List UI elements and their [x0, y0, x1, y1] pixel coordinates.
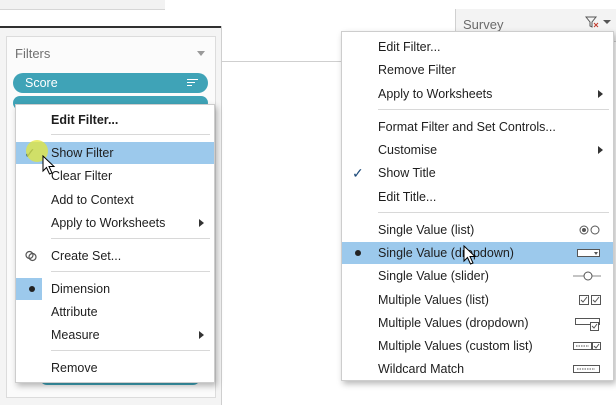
menu-item-label: Single Value (dropdown) [378, 246, 514, 260]
menu-item-show-title[interactable]: ✓ Show Title [342, 162, 613, 184]
sort-icon [187, 79, 198, 88]
mouse-cursor-icon [463, 245, 477, 265]
menu-item-apply-to-worksheets[interactable]: Apply to Worksheets [16, 212, 214, 234]
menu-separator [378, 109, 609, 110]
menu-item-measure[interactable]: Measure [16, 324, 214, 346]
menu-item-label: Single Value (slider) [378, 269, 489, 283]
menu-item-attribute[interactable]: Attribute [16, 301, 214, 323]
submenu-arrow-icon [199, 331, 204, 339]
multi-dropdown-icon [575, 318, 600, 331]
menu-item-label: Multiple Values (list) [378, 293, 489, 307]
checkbox-list-icon [579, 295, 601, 305]
custom-list-icon [573, 342, 601, 350]
menu-item-label: Show Filter [51, 146, 114, 160]
filters-dropdown-icon[interactable] [197, 51, 205, 56]
menu-separator [51, 238, 210, 239]
menu-item-edit-filter[interactable]: Edit Filter... [342, 36, 613, 58]
menu-separator [378, 212, 609, 213]
menu-item-apply-to-worksheets[interactable]: Apply to Worksheets [342, 83, 613, 105]
divider [221, 61, 341, 62]
menu-item-dimension[interactable]: Dimension [16, 278, 214, 300]
top-strip [0, 0, 165, 10]
menu-item-label: Edit Title... [378, 190, 437, 204]
filter-card-menu: Edit Filter... Remove Filter Apply to Wo… [341, 31, 614, 381]
radio-list-icon [579, 225, 600, 235]
filter-card-title: Survey [463, 17, 504, 32]
menu-item-label: Apply to Worksheets [51, 216, 166, 230]
filter-pill-label: Score [25, 76, 58, 90]
menu-item-label: Dimension [51, 282, 111, 296]
menu-item-label: Wildcard Match [378, 362, 465, 376]
filter-pill-score[interactable]: Score [13, 73, 208, 93]
menu-item-single-value-slider[interactable]: Single Value (slider) [342, 265, 613, 287]
menu-item-customise[interactable]: Customise [342, 139, 613, 161]
menu-separator [51, 271, 210, 272]
menu-item-edit-filter[interactable]: Edit Filter... [16, 109, 214, 131]
menu-item-edit-title[interactable]: Edit Title... [342, 186, 613, 208]
radio-dot-icon [355, 250, 361, 256]
menu-item-label: Remove [51, 361, 98, 375]
menu-item-label: Clear Filter [51, 169, 113, 183]
menu-item-add-to-context[interactable]: Add to Context [16, 189, 214, 211]
menu-item-label: Remove Filter [378, 63, 456, 77]
mouse-cursor-icon [42, 155, 56, 175]
submenu-arrow-icon [598, 146, 603, 154]
menu-item-single-value-dropdown[interactable]: Single Value (dropdown) [342, 242, 613, 264]
menu-item-label: Apply to Worksheets [378, 87, 493, 101]
submenu-arrow-icon [199, 219, 204, 227]
menu-item-remove[interactable]: Remove [16, 357, 214, 379]
menu-separator [51, 350, 210, 351]
menu-item-label: Create Set... [51, 249, 122, 263]
filters-shelf-title: Filters [15, 46, 51, 61]
menu-item-label: Multiple Values (custom list) [378, 339, 533, 353]
menu-item-label: Add to Context [51, 193, 134, 207]
filter-card-menu-icon[interactable] [584, 16, 613, 31]
menu-item-create-set[interactable]: Create Set... [16, 245, 214, 267]
menu-item-single-value-list[interactable]: Single Value (list) [342, 219, 613, 241]
slider-icon [573, 271, 601, 281]
menu-item-label: Edit Filter... [378, 40, 441, 54]
radio-dot-icon [29, 286, 35, 292]
checkmark-icon: ✓ [352, 165, 364, 181]
menu-item-label: Attribute [51, 305, 98, 319]
dropdown-icon [577, 249, 600, 257]
wildcard-icon [573, 365, 600, 373]
submenu-arrow-icon [598, 90, 603, 98]
menu-separator [51, 134, 210, 135]
panel-top-border [0, 26, 221, 28]
menu-item-multiple-values-custom-list[interactable]: Multiple Values (custom list) [342, 335, 613, 357]
menu-item-format-filter-controls[interactable]: Format Filter and Set Controls... [342, 116, 613, 138]
menu-item-remove-filter[interactable]: Remove Filter [342, 59, 613, 81]
menu-item-label: Measure [51, 328, 100, 342]
menu-item-multiple-values-list[interactable]: Multiple Values (list) [342, 289, 613, 311]
create-set-icon [25, 250, 37, 262]
menu-item-label: Edit Filter... [51, 113, 119, 127]
menu-item-label: Single Value (list) [378, 223, 475, 237]
menu-item-label: Multiple Values (dropdown) [378, 316, 529, 330]
menu-item-label: Show Title [378, 166, 436, 180]
menu-item-label: Format Filter and Set Controls... [378, 120, 556, 134]
menu-item-multiple-values-dropdown[interactable]: Multiple Values (dropdown) [342, 312, 613, 334]
menu-item-label: Customise [378, 143, 438, 157]
menu-item-wildcard-match[interactable]: Wildcard Match [342, 358, 613, 380]
